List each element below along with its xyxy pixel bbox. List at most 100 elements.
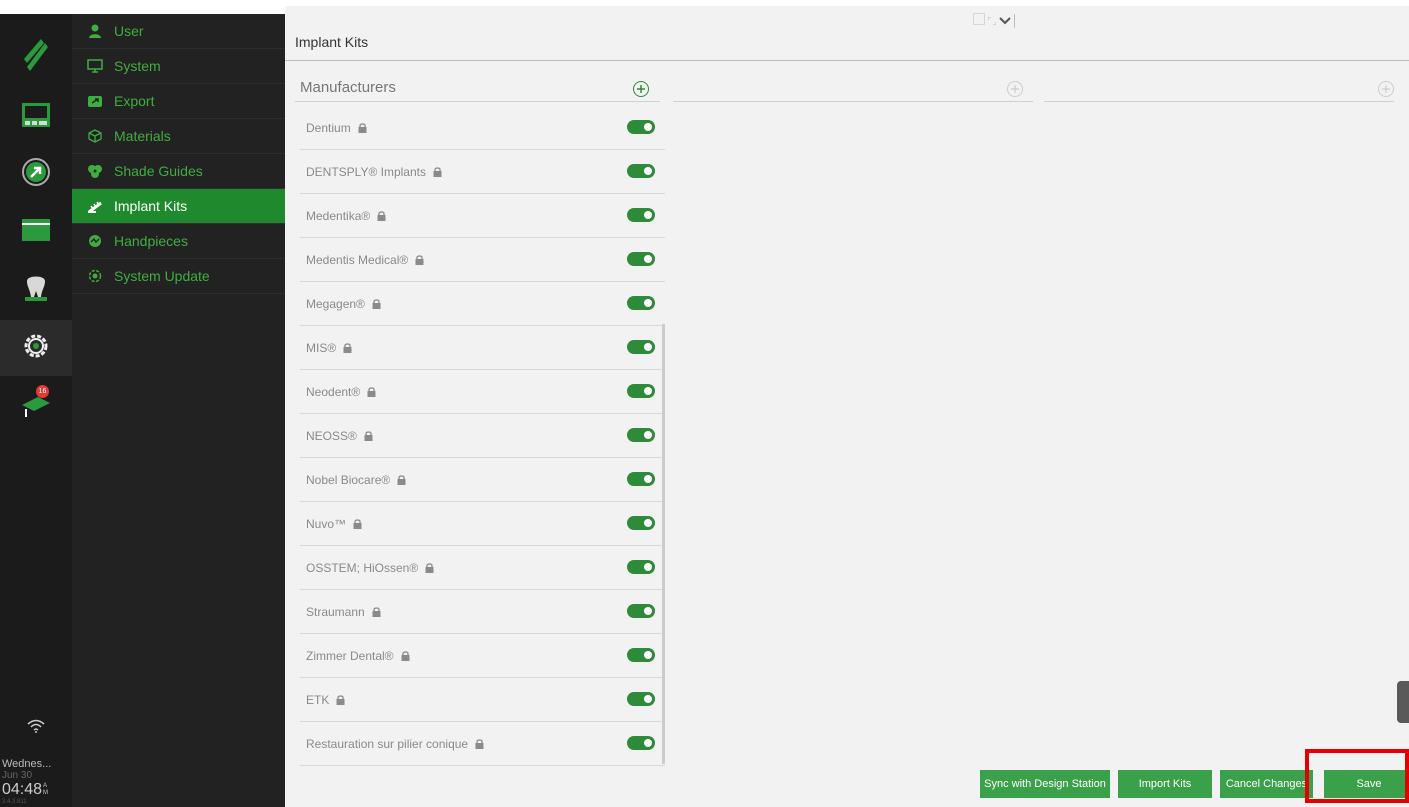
brand-logo-icon <box>21 37 51 76</box>
lock-icon <box>475 738 484 749</box>
manufacturer-toggle[interactable] <box>627 296 655 310</box>
import-kits-button[interactable]: Import Kits <box>1118 770 1212 798</box>
manufacturer-name: Restauration sur pilier conique <box>306 736 469 751</box>
manufacturer-row[interactable]: OSSTEM; HiOssen® <box>300 546 665 590</box>
graduation-cap-icon: 16 <box>20 384 52 424</box>
manufacturer-row[interactable]: ETK <box>300 678 665 722</box>
menu-item-implant-kits[interactable]: Implant Kits <box>72 189 285 224</box>
monitor-icon <box>86 57 104 75</box>
status-time: 04:48 <box>2 781 43 798</box>
manufacturer-toggle[interactable] <box>627 604 655 618</box>
manufacturer-row[interactable]: Nobel Biocare® <box>300 458 665 502</box>
manufacturer-row[interactable]: Megagen® <box>300 282 665 326</box>
manufacturer-name: ETK <box>306 692 330 707</box>
add-kit-button[interactable] <box>1007 81 1023 97</box>
rail-item-training[interactable]: 16 <box>0 378 72 434</box>
manufacturer-toggle[interactable] <box>627 692 655 706</box>
manufacturer-list: Dentium DENTSPLY® Implants Medentika® Meden… <box>300 106 665 766</box>
manufacturer-row[interactable]: Dentium <box>300 106 665 150</box>
manufacturer-name: MIS® <box>306 340 337 355</box>
card-icon <box>21 218 51 247</box>
manufacturer-toggle[interactable] <box>627 208 655 222</box>
user-icon <box>86 22 104 40</box>
cancel-changes-button[interactable]: Cancel Changes <box>1220 770 1313 798</box>
toggle-knob <box>644 343 652 351</box>
manufacturer-name: Megagen® <box>306 296 365 311</box>
palette-icon <box>86 162 104 180</box>
list-scrollbar[interactable] <box>662 324 665 764</box>
menu-item-system[interactable]: System <box>72 49 285 84</box>
lock-icon <box>364 430 373 441</box>
plus-icon <box>1011 85 1019 93</box>
manufacturer-toggle[interactable] <box>627 736 655 750</box>
status-version: 3.4.3.811 <box>2 799 27 805</box>
lock-icon <box>397 474 406 485</box>
manufacturer-toggle[interactable] <box>627 560 655 574</box>
manufacturer-name: Nobel Biocare® <box>306 472 391 487</box>
manufacturer-name: Neodent® <box>306 384 361 399</box>
chevron-down-icon[interactable] <box>999 12 1011 30</box>
manufacturer-row[interactable]: Restauration sur pilier conique <box>300 722 665 766</box>
rail-item-home[interactable] <box>0 28 72 84</box>
manufacturer-toggle[interactable] <box>627 252 655 266</box>
top-bar: Implant Kits <box>285 6 1409 61</box>
manufacturer-row[interactable]: Nuvo™ <box>300 502 665 546</box>
manufacturer-toggle[interactable] <box>627 648 655 662</box>
menu-item-label: Implant Kits <box>114 198 188 214</box>
view-controls[interactable] <box>973 12 1015 30</box>
manufacturer-row[interactable]: NEOSS® <box>300 414 665 458</box>
manufacturer-name: Nuvo™ <box>306 516 347 531</box>
menu-item-handpieces[interactable]: Handpieces <box>72 224 285 259</box>
divider <box>1014 14 1015 28</box>
menu-item-label: System <box>114 58 161 74</box>
expand-icon[interactable] <box>987 12 997 30</box>
manufacturer-toggle[interactable] <box>627 120 655 134</box>
manufacturer-name: Dentium <box>306 120 351 135</box>
menu-item-label: Materials <box>114 128 171 144</box>
toggle-knob <box>644 299 652 307</box>
menu-item-user[interactable]: User <box>72 14 285 49</box>
menu-item-materials[interactable]: Materials <box>72 119 285 154</box>
lock-icon <box>353 518 362 529</box>
manufacturer-row[interactable]: MIS® <box>300 326 665 370</box>
rail-item-arrow[interactable] <box>0 146 72 202</box>
implant-icon <box>86 197 104 215</box>
manufacturer-row[interactable]: Neodent® <box>300 370 665 414</box>
toggle-knob <box>644 563 652 571</box>
manufacturer-row[interactable]: Medentika® <box>300 194 665 238</box>
manufacturer-name: Zimmer Dental® <box>306 648 394 663</box>
rail-item-card[interactable] <box>0 204 72 260</box>
toggle-knob <box>644 739 652 747</box>
manufacturers-title: Manufacturers <box>300 79 396 96</box>
status-date: Jun 30 <box>2 770 33 781</box>
menu-item-export[interactable]: Export <box>72 84 285 119</box>
manufacturer-toggle[interactable] <box>627 516 655 530</box>
menu-item-system-update[interactable]: System Update <box>72 259 285 294</box>
manufacturer-name: Medentika® <box>306 208 371 223</box>
rail-item-layout[interactable] <box>0 89 72 145</box>
rail-item-settings[interactable] <box>0 320 72 376</box>
add-component-button[interactable] <box>1378 81 1394 97</box>
manufacturer-row[interactable]: Zimmer Dental® <box>300 634 665 678</box>
toggle-knob <box>644 695 652 703</box>
menu-item-shade-guides[interactable]: Shade Guides <box>72 154 285 189</box>
arrow-circle-icon <box>21 157 51 192</box>
sync-design-station-button[interactable]: Sync with Design Station <box>980 770 1110 798</box>
manufacturer-row[interactable]: Straumann <box>300 590 665 634</box>
manufacturer-row[interactable]: Medentis Medical® <box>300 238 665 282</box>
add-manufacturer-button[interactable] <box>633 81 649 97</box>
rail-item-tooth[interactable] <box>0 262 72 318</box>
manufacturer-toggle[interactable] <box>627 164 655 178</box>
side-panel-tab[interactable] <box>1397 681 1409 723</box>
manufacturer-toggle[interactable] <box>627 340 655 354</box>
menu-item-label: System Update <box>114 268 210 284</box>
lock-icon <box>433 166 442 177</box>
manufacturer-row[interactable]: DENTSPLY® Implants <box>300 150 665 194</box>
menu-item-label: User <box>114 23 144 39</box>
manufacturer-toggle[interactable] <box>627 472 655 486</box>
plus-icon <box>637 85 645 93</box>
manufacturer-toggle[interactable] <box>627 428 655 442</box>
app-window: 16 Wednes... Jun 30 04:48 A M 3.4.3.811 … <box>0 0 1409 807</box>
manufacturer-toggle[interactable] <box>627 384 655 398</box>
grid-icon[interactable] <box>973 12 985 30</box>
